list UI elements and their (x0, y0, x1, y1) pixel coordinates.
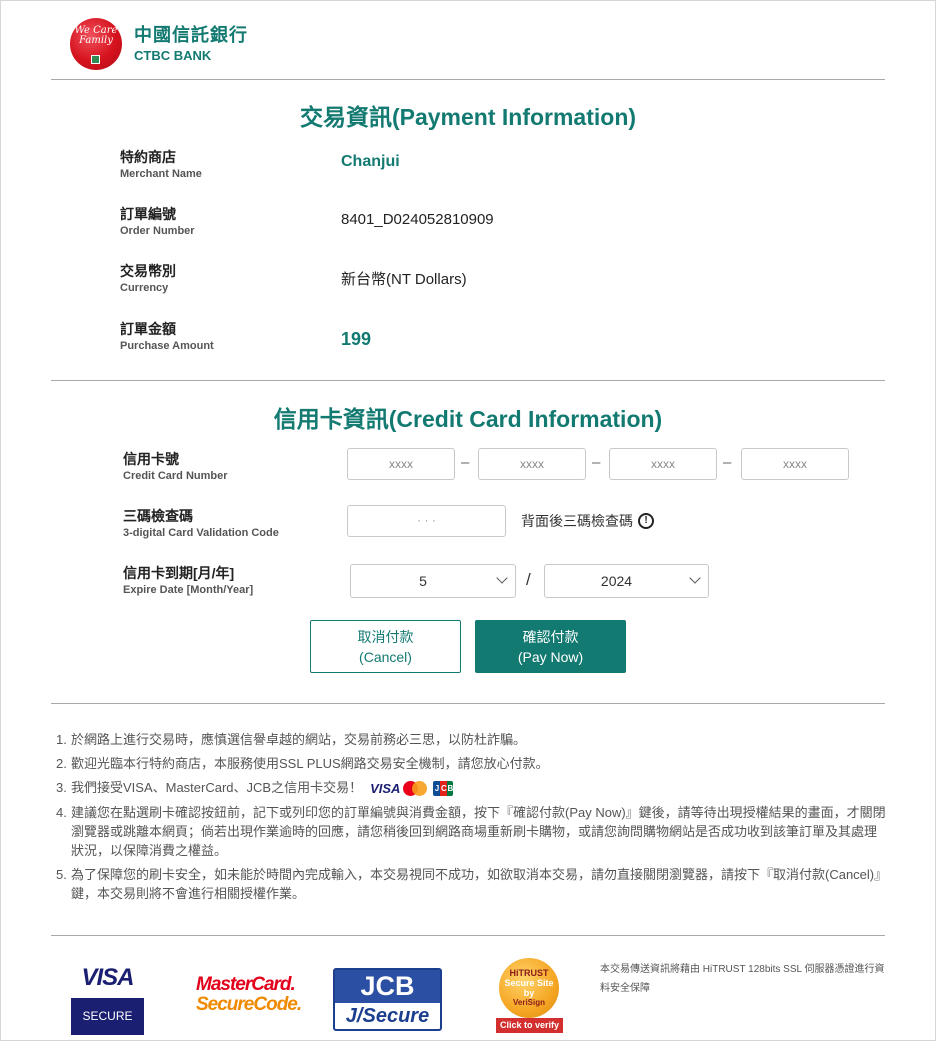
card-number-input-1[interactable]: xxxx (347, 448, 455, 480)
card-number-label: 信用卡號 Credit Card Number (123, 451, 228, 482)
expiry-year-value: 2024 (600, 573, 633, 589)
list-item: 3. 我們接受VISA、MasterCard、JCB之信用卡交易！ VISA J C B (56, 780, 454, 797)
divider (51, 79, 885, 80)
exclamation-circle-icon[interactable]: ! (638, 513, 654, 529)
visa-badge-word: VISA (81, 964, 134, 991)
mastercard-securecode-badge: MasterCard. SecureCode. (196, 974, 302, 1015)
merchant-name-label: 特約商店 Merchant Name (120, 149, 202, 180)
logo-chinese-name: 中國信託銀行 (134, 25, 248, 45)
click-to-verify-link[interactable]: Click to verify (496, 1018, 563, 1033)
merchant-name-value: Chanjui (341, 153, 400, 170)
currency-label: 交易幣別 Currency (120, 263, 176, 294)
expiry-month-select[interactable]: 5 (350, 564, 516, 598)
pay-button-label-en: (Pay Now) (517, 649, 584, 665)
card-number-input-2[interactable]: xxxx (478, 448, 586, 480)
mastercard-icon (403, 781, 428, 797)
pay-now-button[interactable]: 確認付款 (Pay Now) (475, 620, 626, 673)
currency-value: 新台幣(NT Dollars) (341, 271, 467, 288)
hitrust-badge[interactable]: HiTRUST Secure Site by VeriSign Click to… (496, 958, 563, 1033)
jcb-icon: JCB (433, 781, 454, 797)
visa-badge-secure: SECURE (71, 998, 144, 1035)
logo-square (91, 55, 100, 64)
cvv-label: 三碼檢查碼 3-digital Card Validation Code (123, 508, 279, 539)
hitrust-seal: HiTRUST Secure Site by VeriSign (499, 958, 559, 1018)
list-item: 2. 歡迎光臨本行特約商店，本服務使用SSL PLUS網路交易安全機制，請您放心付… (56, 756, 549, 771)
chevron-down-icon (496, 572, 508, 584)
expiry-month-value: 5 (419, 573, 427, 589)
jcb-jsecure-badge: JCB J/Secure (333, 968, 442, 1031)
card-number-input-3[interactable]: xxxx (609, 448, 717, 480)
logo-script: We Care Family (74, 25, 118, 46)
list-item: 5. 為了保障您的刷卡安全，如未能於時間內完成輸入，本交易視同不成功，如欲取消本交… (56, 867, 881, 902)
card-number-separator: – (723, 454, 732, 471)
card-number-input-4[interactable]: xxxx (741, 448, 849, 480)
ctbc-logo-icon: We Care Family (70, 18, 122, 70)
order-number-value: 8401_D024052810909 (341, 211, 494, 228)
purchase-amount-value: 199 (341, 329, 372, 349)
jcb-badge-top: JCB (335, 970, 440, 1003)
cvv-input[interactable]: · · · (347, 505, 506, 537)
mc-badge-line2: SecureCode. (196, 994, 302, 1015)
purchase-amount-label: 訂單金額 Purchase Amount (120, 321, 214, 352)
logo-english-name: CTBC BANK (134, 48, 212, 63)
jcb-badge-bottom: J/Secure (345, 1005, 430, 1027)
order-number-label: 訂單編號 Order Number (120, 206, 195, 237)
list-item: 4. 建議您在點選刷卡確認按鈕前，記下或列印您的訂單編號與消費金額，按下『確認付款… (56, 805, 886, 859)
expiry-label: 信用卡到期[月/年] Expire Date [Month/Year] (123, 565, 254, 596)
notes-list: 1. 於網路上進行交易時，應慎選信譽卓越的網站，交易前務必三思，以防杜詐騙。 2.… (56, 730, 886, 908)
card-info-title: 信用卡資訊(Credit Card Information) (273, 406, 663, 432)
expiry-separator: / (526, 570, 531, 589)
cvv-hint: 背面後三碼檢查碼 ! (521, 511, 654, 531)
expiry-year-select[interactable]: 2024 (544, 564, 709, 598)
payment-info-title: 交易資訊(Payment Information) (299, 104, 637, 130)
mc-badge-line1: MasterCard. (196, 974, 296, 995)
cancel-button-label-en: (Cancel) (359, 649, 412, 665)
visa-secure-badge: VISA SECURE (71, 964, 144, 1035)
pay-button-label-zh: 確認付款 (522, 629, 579, 645)
card-number-separator: – (461, 454, 470, 471)
ssl-note: 本交易傳送資訊將藉由 HiTRUST 128bits SSL 伺服器憑證進行資料… (600, 964, 885, 994)
divider (51, 935, 885, 936)
cancel-button[interactable]: 取消付款 (Cancel) (310, 620, 461, 673)
cancel-button-label-zh: 取消付款 (357, 629, 414, 645)
visa-logo: VISA (370, 781, 401, 797)
chevron-down-icon (689, 572, 701, 584)
divider (51, 380, 885, 381)
ctbc-logo: We Care Family 中國信託銀行 CTBC BANK (70, 18, 248, 70)
card-number-separator: – (592, 454, 601, 471)
list-item: 1. 於網路上進行交易時，應慎選信譽卓越的網站，交易前務必三思，以防杜詐騙。 (56, 732, 527, 747)
divider (51, 703, 885, 704)
cvv-hint-text: 背面後三碼檢查碼 (521, 513, 633, 529)
